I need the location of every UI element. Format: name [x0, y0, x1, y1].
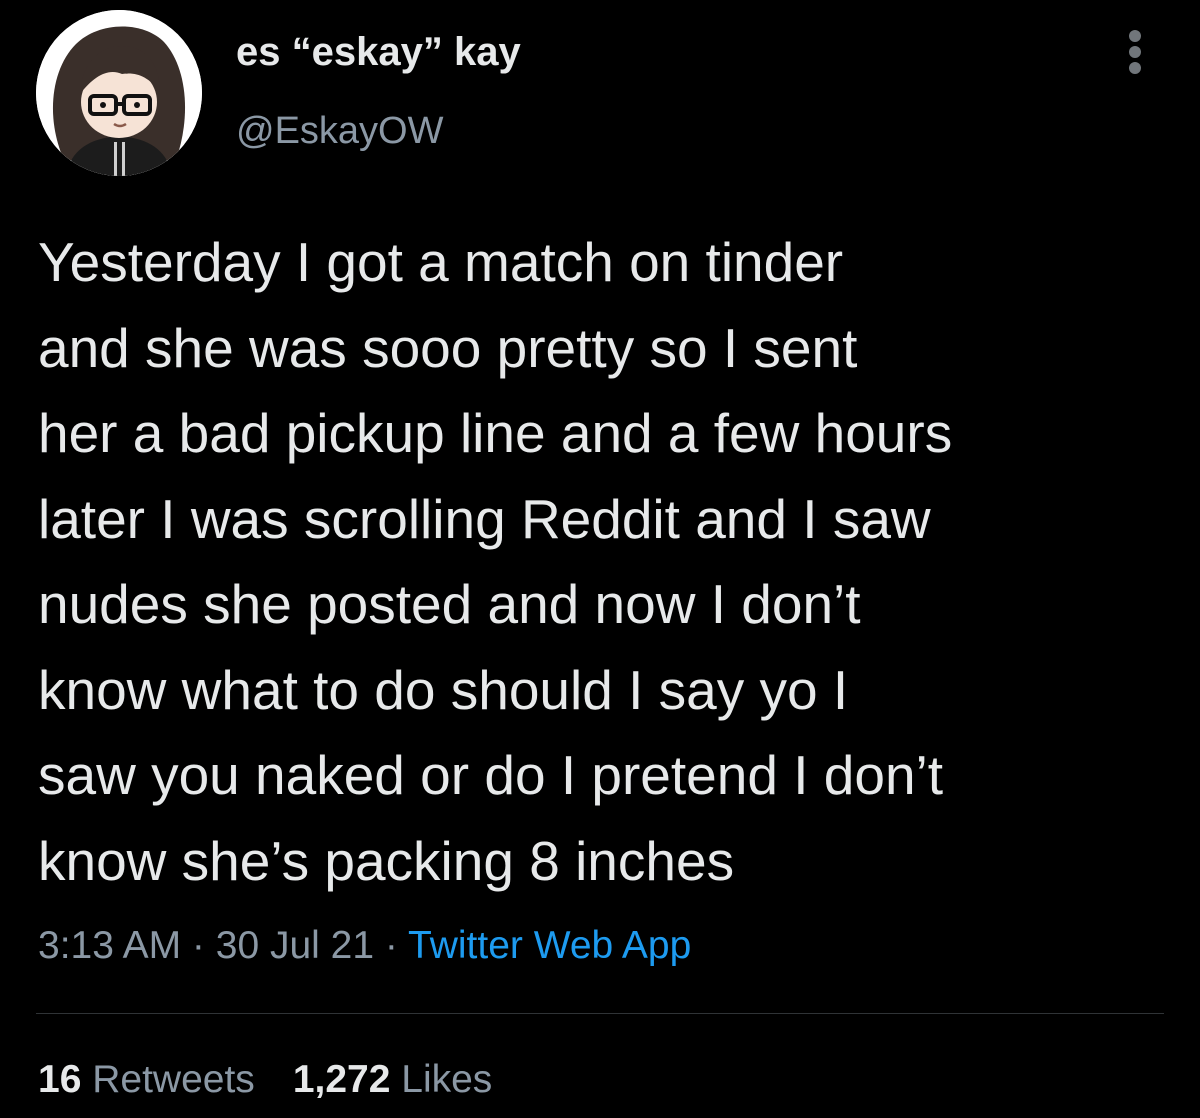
tweet-text-line: know what to do should I say yo I [38, 658, 849, 721]
tweet-text-line: later I was scrolling Reddit and I saw [38, 487, 931, 550]
tweet-text: Yesterday I got a match on tinder and sh… [38, 220, 1178, 904]
tweet-text-line: her a bad pickup line and a few hours [38, 402, 953, 464]
meta-separator: · [181, 924, 216, 967]
likes-count: 1,272 [292, 1058, 391, 1101]
tweet-text-line: Yesterday I got a match on tinder [38, 231, 844, 293]
retweets-label: Retweets [92, 1058, 255, 1101]
tweet-metadata: 3:13 AM · 30 Jul 21 · Twitter Web App [38, 924, 691, 968]
tweet-card: es “eskay” kay @EskayOW Yesterday I got … [0, 0, 1200, 1118]
tweet-stats: 16 Retweets 1,272 Likes [38, 1058, 492, 1102]
likes-stat[interactable]: 1,272 Likes [293, 1058, 493, 1101]
cartoon-avatar-icon [36, 10, 202, 176]
likes-label: Likes [401, 1058, 493, 1101]
divider [36, 1013, 1164, 1014]
tweet-date[interactable]: 30 Jul 21 [216, 924, 374, 967]
avatar[interactable] [36, 10, 202, 176]
user-handle[interactable]: @EskayOW [236, 110, 443, 153]
tweet-text-line: saw you naked or do I pretend I don’t [38, 744, 944, 806]
tweet-text-line: nudes she posted and now I don’t [38, 573, 861, 635]
tweet-text-line: and she was sooo pretty so I sent [38, 316, 858, 379]
tweet-text-line: know she’s packing 8 inches [38, 829, 735, 892]
meta-separator: · [374, 924, 409, 967]
retweets-count: 16 [38, 1058, 82, 1101]
tweet-source-link[interactable]: Twitter Web App [408, 924, 691, 967]
retweets-stat[interactable]: 16 Retweets [38, 1058, 255, 1101]
tweet-time[interactable]: 3:13 AM [38, 924, 181, 967]
display-name[interactable]: es “eskay” kay [236, 30, 521, 75]
more-options-button[interactable] [1120, 28, 1150, 76]
